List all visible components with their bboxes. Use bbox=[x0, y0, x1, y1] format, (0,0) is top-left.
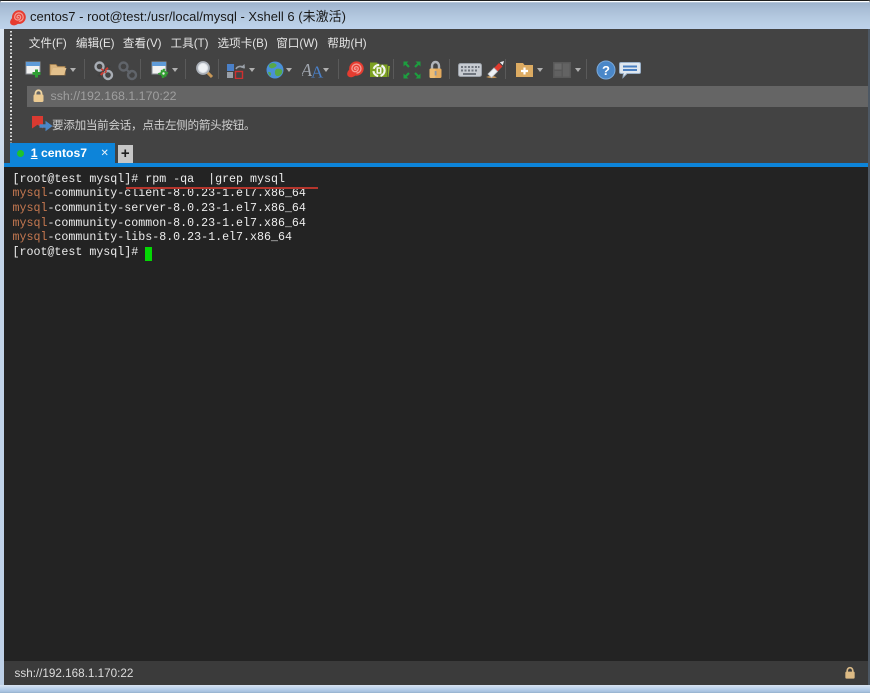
svg-text:?: ? bbox=[602, 63, 610, 78]
